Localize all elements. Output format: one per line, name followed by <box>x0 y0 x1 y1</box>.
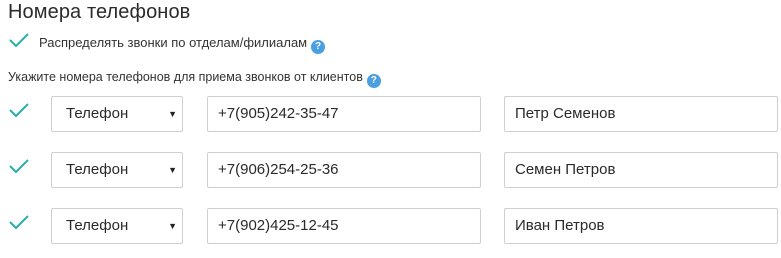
help-icon[interactable]: ? <box>366 74 381 88</box>
contact-name-input[interactable]: Петр Семенов <box>504 96 778 132</box>
phone-row: Телефон ▼ +7(906)254-25-36 Семен Петров <box>0 152 781 188</box>
phone-number-value: +7(905)242-35-47 <box>218 105 339 122</box>
instructions-label: Укажите номера телефонов для приема звон… <box>8 69 381 88</box>
phone-number-input[interactable]: +7(905)242-35-47 <box>207 96 481 132</box>
distribute-label-text: Распределять звонки по отделам/филиалам <box>39 35 308 50</box>
check-icon <box>9 159 29 174</box>
check-icon <box>9 33 29 48</box>
check-icon <box>9 103 29 118</box>
phone-row: Телефон ▼ +7(905)242-35-47 Петр Семенов <box>0 96 781 132</box>
contact-name-value: Петр Семенов <box>515 105 616 122</box>
contact-name-value: Иван Петров <box>515 217 605 234</box>
distribute-checkbox[interactable] <box>8 32 30 50</box>
dropdown-arrow-icon: ▼ <box>168 109 177 119</box>
phone-row: Телефон ▼ +7(902)425-12-45 Иван Петров <box>0 208 781 244</box>
contact-name-input[interactable]: Семен Петров <box>504 152 778 188</box>
instructions-label-text: Укажите номера телефонов для приема звон… <box>8 70 363 84</box>
phone-row-checkbox[interactable] <box>8 158 30 176</box>
phone-number-input[interactable]: +7(902)425-12-45 <box>207 208 481 244</box>
phone-number-value: +7(902)425-12-45 <box>218 217 339 234</box>
dropdown-arrow-icon: ▼ <box>168 165 177 175</box>
dropdown-arrow-icon: ▼ <box>168 221 177 231</box>
phone-type-value: Телефон <box>66 105 129 122</box>
phone-row-checkbox[interactable] <box>8 102 30 120</box>
page-title: Номера телефонов <box>8 1 191 23</box>
phone-type-value: Телефон <box>66 217 129 234</box>
phone-type-select[interactable]: Телефон ▼ <box>51 96 183 132</box>
phone-type-select[interactable]: Телефон ▼ <box>51 208 183 244</box>
contact-name-value: Семен Петров <box>515 161 616 178</box>
help-icon[interactable]: ? <box>311 40 326 54</box>
contact-name-input[interactable]: Иван Петров <box>504 208 778 244</box>
distribute-label: Распределять звонки по отделам/филиалам? <box>39 35 326 54</box>
phone-number-value: +7(906)254-25-36 <box>218 161 339 178</box>
check-icon <box>9 215 29 230</box>
phone-type-select[interactable]: Телефон ▼ <box>51 152 183 188</box>
phone-row-checkbox[interactable] <box>8 214 30 232</box>
phone-type-value: Телефон <box>66 161 129 178</box>
phone-number-input[interactable]: +7(906)254-25-36 <box>207 152 481 188</box>
